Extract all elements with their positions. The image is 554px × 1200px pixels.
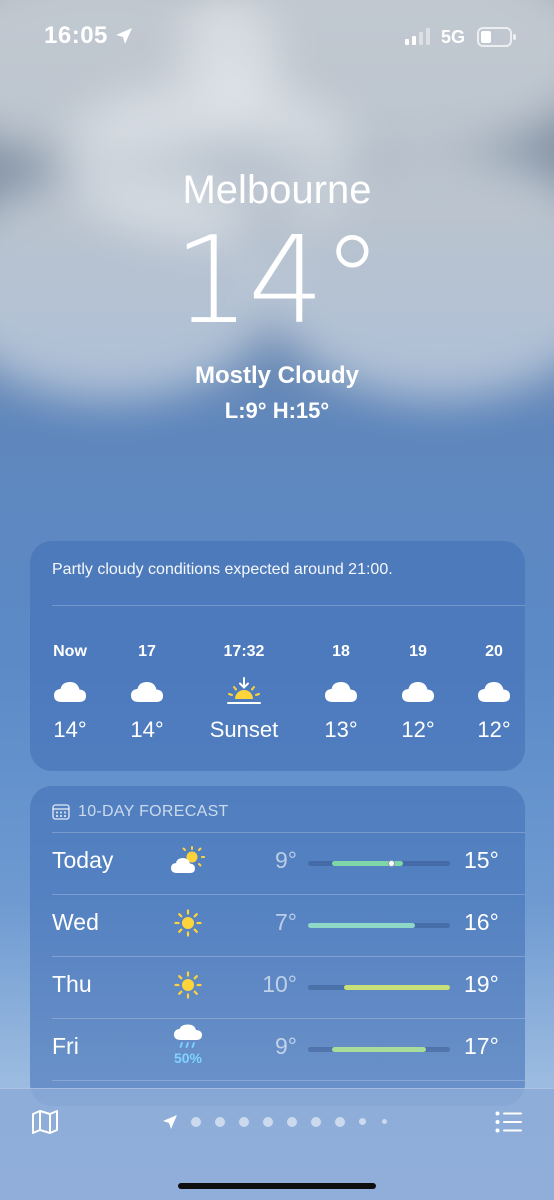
cloud-icon	[107, 671, 187, 713]
bottom-toolbar	[0, 1088, 554, 1200]
city-name: Melbourne	[182, 168, 372, 212]
cloud-icon	[30, 671, 110, 713]
page-dot	[191, 1117, 201, 1127]
low-temperature: 9°	[275, 847, 297, 873]
hour-label: 17:32	[223, 643, 265, 660]
high-temperature: 15°	[464, 847, 499, 873]
forecast-row[interactable]: Wed 7° 16°	[30, 894, 525, 956]
cloud-icon	[454, 671, 534, 713]
hourly-item: 18 13°	[301, 643, 381, 743]
hourly-item: 19 12°	[378, 643, 458, 743]
high-temperature: 17°	[464, 1033, 499, 1059]
ten-day-title: 10-DAY FORECAST	[78, 803, 229, 820]
forecast-row[interactable]: Fri 50% 9° 17°	[30, 1018, 525, 1080]
hourly-summary: Partly cloudy conditions expected around…	[52, 561, 393, 578]
current-temp-marker	[387, 860, 395, 867]
day-label: Today	[52, 847, 114, 873]
temperature-range-bar	[308, 923, 450, 928]
hour-label: 20	[485, 643, 503, 660]
page-dot	[239, 1117, 249, 1127]
battery-icon	[477, 27, 516, 47]
hour-temperature: 12°	[401, 717, 435, 742]
current-condition: Mostly Cloudy	[194, 362, 359, 389]
hourly-item: 20 12°	[454, 643, 534, 743]
cloud-icon	[301, 671, 381, 713]
partly-cloudy-icon	[170, 838, 206, 884]
status-bar: 16:05 5G	[0, 0, 554, 74]
low-temperature: 9°	[275, 1033, 297, 1059]
hour-temperature: 14°	[53, 717, 87, 742]
page-dot	[263, 1117, 273, 1127]
low-temperature: 10°	[262, 971, 297, 997]
temperature-range-fill	[343, 985, 450, 990]
map-icon[interactable]	[31, 1109, 59, 1135]
weather-icon-wrap	[168, 962, 208, 1008]
divider	[52, 1080, 525, 1081]
low-high: L:9° H:15°	[224, 398, 330, 423]
calendar-icon	[52, 804, 70, 820]
forecast-row[interactable]: Today 9° 15°	[30, 832, 525, 894]
ten-day-forecast-card[interactable]: 10-DAY FORECAST Today 9° 15° Wed 7° 16° Thu 10°…	[30, 786, 525, 1106]
temperature-range-fill	[331, 1047, 427, 1052]
current-location-page-icon	[163, 1115, 177, 1129]
day-label: Thu	[52, 971, 92, 997]
hour-temperature: 12°	[477, 717, 511, 742]
weather-icon-wrap	[168, 900, 208, 946]
sun-icon	[174, 900, 202, 946]
day-label: Wed	[52, 909, 99, 935]
hour-label: 17	[138, 643, 156, 660]
cloud-icon	[378, 671, 458, 713]
hour-label: 18	[332, 643, 350, 660]
weather-icon-wrap: 50%	[168, 1024, 208, 1070]
hourly-item: 17 14°	[107, 643, 187, 743]
page-dot	[359, 1118, 366, 1125]
forecast-row[interactable]: Thu 10° 19°	[30, 956, 525, 1018]
page-dot	[335, 1117, 345, 1127]
hour-label: 19	[409, 643, 427, 660]
temperature-range-fill	[308, 923, 415, 928]
high-temperature: 19°	[464, 971, 499, 997]
status-time: 16:05	[44, 22, 108, 49]
current-temperature: 14°	[173, 212, 383, 351]
day-label: Fri	[52, 1033, 79, 1059]
temperature-range-bar	[308, 985, 450, 990]
page-indicator[interactable]	[160, 1114, 400, 1130]
location-arrow-icon	[116, 28, 132, 44]
weather-icon-wrap	[168, 838, 208, 884]
hourly-forecast-card[interactable]: Partly cloudy conditions expected around…	[30, 541, 525, 771]
page-dot	[311, 1117, 321, 1127]
high-temperature: 16°	[464, 909, 499, 935]
hour-label: Now	[53, 643, 87, 660]
page-dot	[382, 1119, 387, 1124]
divider	[52, 605, 525, 606]
list-icon[interactable]	[495, 1111, 523, 1133]
hour-temperature: 14°	[130, 717, 164, 742]
signal-strength-icon	[405, 28, 430, 45]
sun-icon	[174, 962, 202, 1008]
temperature-range-bar	[308, 860, 450, 867]
rain-cloud-icon	[173, 1024, 203, 1050]
network-type: 5G	[441, 27, 466, 47]
page-dot	[215, 1117, 225, 1127]
low-temperature: 7°	[275, 909, 297, 935]
page-dot	[287, 1117, 297, 1127]
home-indicator[interactable]	[178, 1183, 376, 1189]
ten-day-header: 10-DAY FORECAST	[52, 803, 229, 821]
hourly-item: Now 14°	[30, 643, 110, 743]
hour-temperature: Sunset	[209, 717, 279, 742]
sunset-icon	[204, 671, 284, 713]
hourly-item: 17:32 Sunset	[204, 643, 284, 743]
precipitation-chance: 50%	[173, 1050, 203, 1066]
temperature-range-bar	[308, 1047, 450, 1052]
hour-temperature: 13°	[324, 717, 358, 742]
